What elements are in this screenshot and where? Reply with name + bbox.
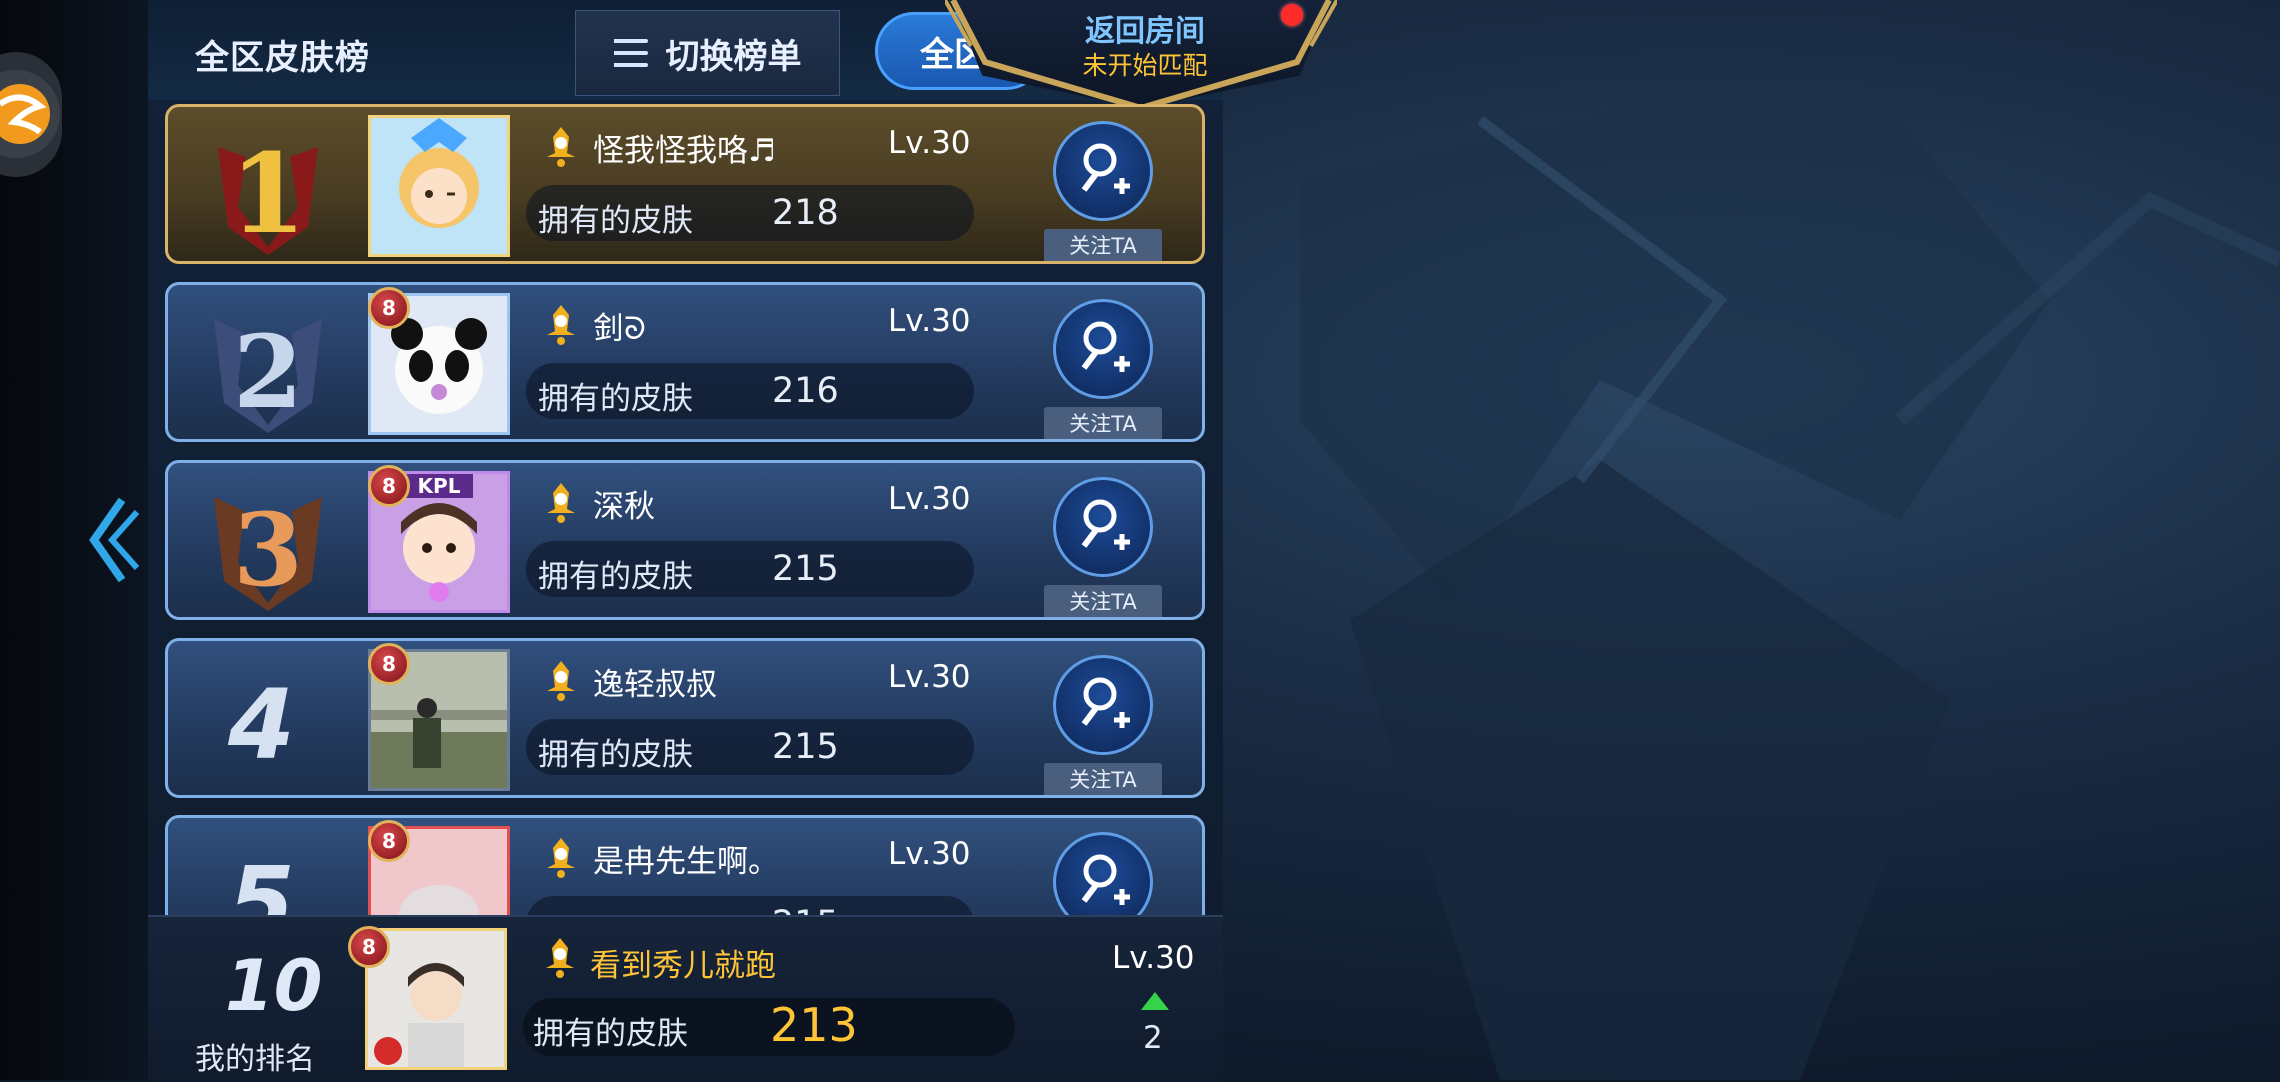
player-name: 釗ᘐ [593,311,646,347]
player-level: Lv.30 [888,836,971,872]
vip-badge: 8 [368,643,410,685]
vip-badge: 8 [368,820,410,862]
page-title: 全区皮肤榜 [195,38,370,78]
rank-1-number: 1 [230,129,307,257]
my-rank-number: 10 [225,945,323,1027]
rank-1-badge-icon: 1 [218,129,318,257]
skin-label: 拥有的皮肤 [538,203,693,239]
player-level: Lv.30 [888,659,971,695]
follow-button[interactable] [1053,655,1153,755]
bell-icon [547,661,575,701]
rank-change: 2 [1143,1020,1163,1056]
bell-icon [546,938,574,978]
my-skin-label: 拥有的皮肤 [533,1016,688,1052]
rank-row-3: 3 KPL 8 深秋 Lv.30 拥有的皮肤 215 关注TA [165,460,1205,620]
player-name: 怪我怪我咯♬ [593,133,776,169]
add-friend-icon [1081,677,1130,728]
skin-count: 218 [772,193,839,233]
player-level: Lv.30 [888,125,971,161]
rank-3-number: 3 [233,491,303,609]
follow-button[interactable] [1053,477,1153,577]
skin-label: 拥有的皮肤 [538,737,693,773]
vip-badge: 8 [348,926,390,968]
switch-leaderboard-button[interactable]: 切换榜单 [575,10,840,96]
player-level: Lv.30 [888,481,971,517]
rank-up-arrow-icon [1141,992,1169,1010]
side-avatar-icon[interactable] [0,52,62,177]
follow-label[interactable]: 关注TA [1044,585,1162,617]
rank-row-1: 1 怪我怪我咯♬ Lv.30 拥有的皮肤 218 关注TA [165,104,1205,264]
bell-icon [547,305,575,345]
rank-3-badge-icon: 3 [214,491,322,611]
vip-badge: 8 [368,287,410,329]
rank-number: 4 [228,669,295,781]
rank-row-4: 4 8 逸轻叔叔 Lv.30 拥有的皮肤 215 关注TA [165,638,1205,798]
match-status: 未开始匹配 [1082,51,1208,80]
follow-button[interactable] [1053,121,1153,221]
skin-count: 216 [772,371,839,411]
my-player-level: Lv.30 [1112,940,1195,976]
skin-count: 215 [772,727,839,767]
avatar-art [371,118,507,254]
my-skin-count: 213 [770,998,858,1052]
follow-label[interactable]: 关注TA [1044,229,1162,261]
player-avatar[interactable] [368,115,510,257]
switch-leaderboard-label: 切换榜单 [665,36,802,77]
bell-icon [547,127,575,167]
skin-count: 215 [772,549,839,589]
collapse-arrow-icon[interactable] [82,490,142,590]
my-player-name: 看到秀儿就跑 [590,948,776,984]
rank-2-badge-icon: 2 [214,313,322,433]
add-friend-icon [1081,143,1130,194]
skin-label: 拥有的皮肤 [538,559,693,595]
my-rank-label: 我的排名 [195,1042,315,1077]
bell-icon [547,838,575,878]
follow-label[interactable]: 关注TA [1044,763,1162,795]
return-room-title: 返回房间 [1085,14,1205,49]
skin-label: 拥有的皮肤 [538,381,693,417]
follow-label[interactable]: 关注TA [1044,407,1162,439]
player-name: 逸轻叔叔 [593,667,717,703]
player-level: Lv.30 [888,303,971,339]
player-name: 深秋 [593,489,655,525]
add-friend-icon [1081,499,1130,550]
add-friend-icon [1081,321,1130,372]
kpl-tag: KPL [405,474,473,498]
rank-row-2: 2 8 釗ᘐ Lv.30 拥有的皮肤 216 关注TA [165,282,1205,442]
vip-badge: 8 [368,465,410,507]
follow-button[interactable] [1053,299,1153,399]
list-icon [613,39,648,67]
rank-2-number: 2 [233,313,303,431]
player-name: 是冉先生啊。 [593,844,779,880]
notification-dot [1281,4,1303,26]
bell-icon [547,483,575,523]
